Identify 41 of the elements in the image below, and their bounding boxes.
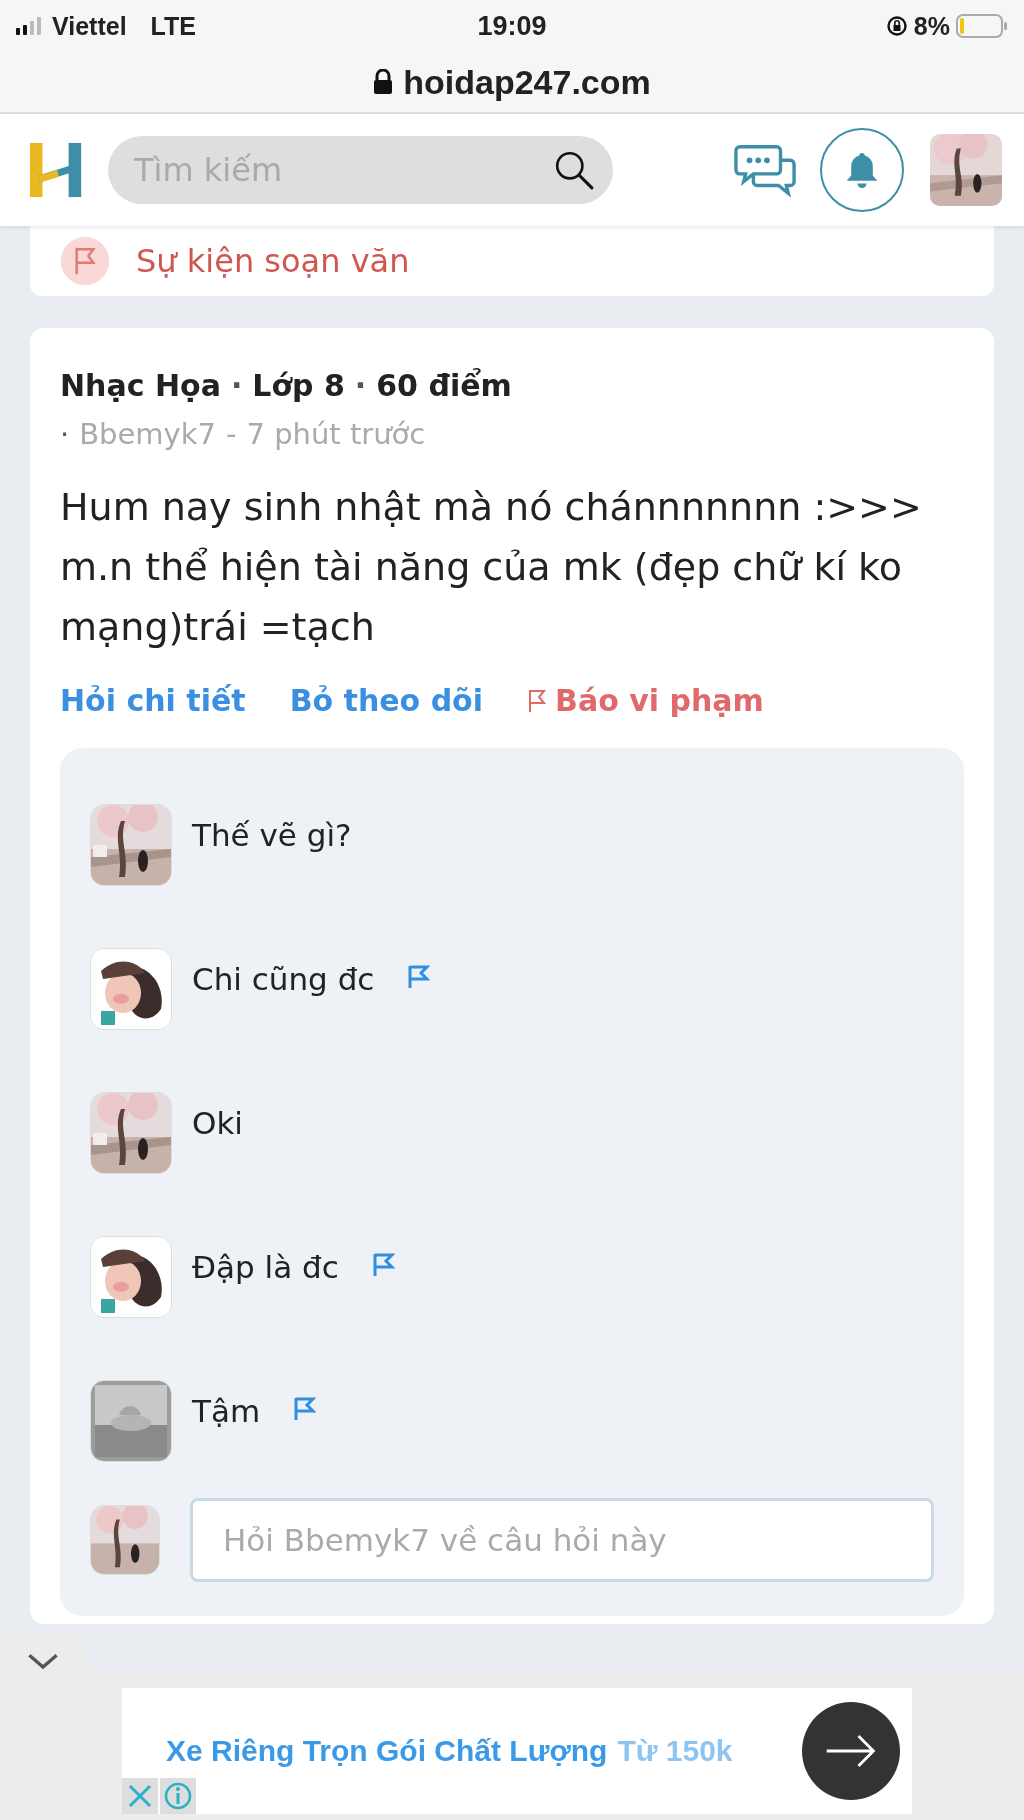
report-link[interactable]: Báo vi phạm — [527, 683, 764, 718]
bell-icon[interactable] — [844, 150, 880, 190]
flag-icon[interactable] — [527, 687, 547, 714]
ad-headline[interactable]: Xe Riêng Trọn Gói Chất Lượng — [166, 1734, 608, 1768]
reply-field[interactable]: Hỏi Bbemyk7 về câu hỏi này — [190, 1498, 934, 1582]
padlock-icon — [373, 69, 394, 95]
separator-dot: · — [60, 417, 70, 451]
flag-icon[interactable] — [292, 1396, 317, 1422]
close-icon[interactable] — [122, 1778, 158, 1814]
comment-text: Đập là đc — [192, 1249, 339, 1285]
signal-icon — [16, 17, 42, 35]
ad-banner[interactable]: Xe Riêng Trọn Gói Chất Lượng Từ 150k — [122, 1688, 912, 1814]
comment-text: Thế vẽ gì? — [192, 817, 352, 853]
clock-time: 19:09 — [477, 10, 547, 42]
site-url[interactable]: hoidap247.com — [403, 62, 651, 102]
search-icon[interactable] — [553, 149, 595, 191]
points-label: 60 điểm — [376, 368, 512, 403]
flag-badge-icon — [60, 236, 110, 286]
battery-icon — [956, 14, 1008, 38]
network-type: LTE — [150, 11, 196, 41]
chat-bubbles-icon[interactable] — [734, 142, 796, 198]
battery-percent: 8% — [913, 11, 950, 41]
grade-label: Lớp 8 — [252, 368, 345, 403]
dash-separator: - — [226, 417, 237, 451]
author-name[interactable]: Bbemyk7 — [79, 417, 217, 451]
subject-label[interactable]: Nhạc Họa — [60, 368, 221, 403]
post-time: 7 phút trước — [246, 417, 426, 451]
ad-price[interactable]: Từ 150k — [617, 1734, 733, 1768]
comment-text: Oki — [192, 1105, 243, 1141]
separator-dot: · — [230, 368, 243, 403]
event-label[interactable]: Sự kiện soạn văn — [136, 242, 410, 280]
action-link[interactable]: Hỏi chi tiết — [60, 683, 246, 718]
separator-dot: · — [354, 368, 367, 403]
action-link[interactable]: Bỏ theo dõi — [289, 683, 483, 718]
comment-text: Tậm — [192, 1393, 261, 1429]
flag-icon[interactable] — [406, 964, 431, 990]
carrier-name: Viettel — [52, 11, 127, 41]
question-text: Hum nay sinh nhật mà nó chánnnnnnn :>>> m.n thể hiện tài năng của mk (đẹp chữ kí ko mạng)trái =tạch — [60, 484, 923, 651]
info-icon[interactable] — [160, 1778, 196, 1814]
rotation-lock-icon — [885, 15, 908, 37]
comment-text: Chi cũng đc — [192, 961, 375, 997]
